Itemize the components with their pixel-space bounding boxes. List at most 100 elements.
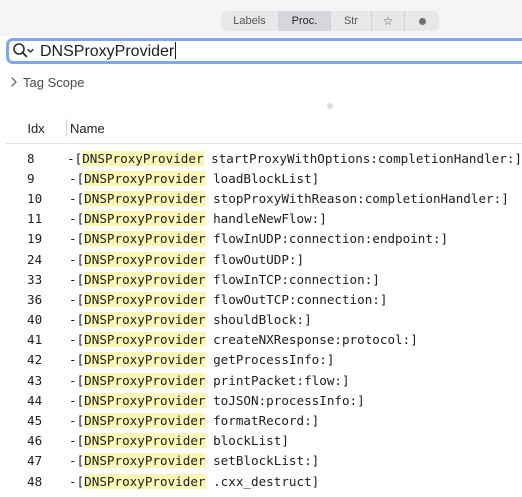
tab-favorites[interactable]: ☆ <box>372 11 405 31</box>
method-selector: stopProxyWithReason:completionHandler:] <box>205 190 509 206</box>
table-row[interactable]: 45 -[DNSProxyProvider formatRecord:] <box>0 410 522 430</box>
row-index: 46 <box>27 433 43 449</box>
table-row[interactable]: 48 -[DNSProxyProvider .cxx_destruct] <box>0 471 522 491</box>
method-selector: handleNewFlow:] <box>205 211 327 227</box>
method-prefix: -[ <box>69 413 85 429</box>
search-match-highlight: DNSProxyProvider <box>84 312 206 328</box>
method-prefix: -[ <box>69 170 85 186</box>
row-index: 8 <box>27 150 35 166</box>
table-row[interactable]: 40 -[DNSProxyProvider shouldBlock:] <box>0 310 522 330</box>
search-match-highlight: DNSProxyProvider <box>84 271 206 287</box>
procedure-name: -[DNSProxyProvider formatRecord:] <box>69 413 320 429</box>
method-prefix: -[ <box>69 312 85 328</box>
search-icon[interactable] <box>12 41 38 61</box>
row-index: 47 <box>27 453 43 469</box>
method-prefix: -[ <box>69 190 85 206</box>
procedure-name: -[DNSProxyProvider printPacket:flow:] <box>69 372 350 388</box>
procedure-name: -[DNSProxyProvider .cxx_destruct] <box>69 473 319 489</box>
row-index: 40 <box>27 312 43 328</box>
method-selector: createNXResponse:protocol:] <box>205 332 418 348</box>
method-prefix: -[ <box>69 251 85 267</box>
column-header-idx[interactable]: Idx <box>6 121 66 136</box>
table-row[interactable]: 11 -[DNSProxyProvider handleNewFlow:] <box>0 209 522 229</box>
procedure-name: -[DNSProxyProvider handleNewFlow:] <box>69 211 327 227</box>
splitter-handle[interactable] <box>327 103 333 109</box>
column-header-name[interactable]: Name <box>67 121 105 136</box>
record-dot-icon <box>418 17 426 25</box>
toolbar: Labels Proc. Str ☆ <box>0 0 522 36</box>
table-row[interactable]: 36 -[DNSProxyProvider flowOutTCP:connecti… <box>0 289 522 309</box>
procedure-name: -[DNSProxyProvider flowInUDP:connection:… <box>69 231 449 247</box>
method-selector: startProxyWithOptions:completionHandler:… <box>203 150 522 166</box>
method-prefix: -[ <box>69 372 85 388</box>
view-segmented-control: Labels Proc. Str ☆ <box>221 11 439 31</box>
method-selector: loadBlockList] <box>205 170 320 186</box>
tab-record[interactable] <box>405 11 439 31</box>
method-prefix: -[ <box>67 150 83 166</box>
method-selector: formatRecord:] <box>205 413 320 429</box>
row-index: 44 <box>27 392 43 408</box>
method-prefix: -[ <box>69 231 85 247</box>
row-index: 9 <box>27 170 35 186</box>
table-row[interactable]: 9 -[DNSProxyProvider loadBlockList] <box>0 168 522 188</box>
procedure-name: -[DNSProxyProvider shouldBlock:] <box>69 312 312 328</box>
table-row[interactable]: 24 -[DNSProxyProvider flowOutUDP:] <box>0 249 522 269</box>
table-row[interactable]: 42 -[DNSProxyProvider getProcessInfo:] <box>0 350 522 370</box>
method-selector: shouldBlock:] <box>205 312 312 328</box>
tag-scope-label: Tag Scope <box>23 74 85 90</box>
row-index: 36 <box>27 291 43 307</box>
method-prefix: -[ <box>69 271 85 287</box>
search-match-highlight: DNSProxyProvider <box>84 413 206 429</box>
procedure-name: -[DNSProxyProvider stopProxyWithReason:c… <box>69 190 509 206</box>
tab-strings[interactable]: Str <box>331 11 372 31</box>
procedure-name: -[DNSProxyProvider setBlockList:] <box>69 453 320 469</box>
method-selector: toJSON:processInfo:] <box>205 392 365 408</box>
tab-procedures[interactable]: Proc. <box>279 11 331 31</box>
method-selector: flowInTCP:connection:] <box>205 271 380 287</box>
row-index: 42 <box>27 352 43 368</box>
method-prefix: -[ <box>69 433 85 449</box>
search-match-highlight: DNSProxyProvider <box>84 453 206 469</box>
row-index: 24 <box>27 251 43 267</box>
method-selector: printPacket:flow:] <box>205 372 350 388</box>
procedure-name: -[DNSProxyProvider blockList] <box>69 433 289 449</box>
method-prefix: -[ <box>69 291 85 307</box>
search-match-highlight: DNSProxyProvider <box>84 231 206 247</box>
method-selector: setBlockList:] <box>205 453 320 469</box>
search-match-highlight: DNSProxyProvider <box>84 352 206 368</box>
search-match-highlight: DNSProxyProvider <box>84 372 206 388</box>
search-match-highlight: DNSProxyProvider <box>84 473 206 489</box>
search-match-highlight: DNSProxyProvider <box>84 392 206 408</box>
table-row[interactable]: 41 -[DNSProxyProvider createNXResponse:pr… <box>0 330 522 350</box>
table-row[interactable]: 33 -[DNSProxyProvider flowInTCP:connectio… <box>0 269 522 289</box>
table-row[interactable]: 19 -[DNSProxyProvider flowInUDP:connectio… <box>0 229 522 249</box>
search-field[interactable]: DNSProxyProvider <box>6 38 522 64</box>
table-row[interactable]: 43 -[DNSProxyProvider printPacket:flow:] <box>0 370 522 390</box>
search-match-highlight: DNSProxyProvider <box>82 150 204 166</box>
search-match-highlight: DNSProxyProvider <box>84 170 206 186</box>
table-row[interactable]: 44 -[DNSProxyProvider toJSON:processInfo:… <box>0 390 522 410</box>
table-row[interactable]: 10 -[DNSProxyProvider stopProxyWithReason… <box>0 188 522 208</box>
row-index: 10 <box>27 190 43 206</box>
search-match-highlight: DNSProxyProvider <box>84 211 206 227</box>
method-prefix: -[ <box>69 473 85 489</box>
method-selector: flowOutTCP:connection:] <box>205 291 388 307</box>
procedure-name: -[DNSProxyProvider createNXResponse:prot… <box>69 332 418 348</box>
method-selector: getProcessInfo:] <box>205 352 335 368</box>
procedure-name: -[DNSProxyProvider loadBlockList] <box>69 170 320 186</box>
method-prefix: -[ <box>69 211 85 227</box>
procedure-name: -[DNSProxyProvider flowOutUDP:] <box>69 251 304 267</box>
row-index: 45 <box>27 413 43 429</box>
procedure-list: 8 -[DNSProxyProvider startProxyWithOption… <box>0 148 522 491</box>
row-index: 48 <box>27 473 43 489</box>
table-row[interactable]: 46 -[DNSProxyProvider blockList] <box>0 431 522 451</box>
tag-scope-disclosure[interactable]: Tag Scope <box>9 73 84 91</box>
method-selector: flowInUDP:connection:endpoint:] <box>205 231 449 247</box>
row-index: 33 <box>27 271 43 287</box>
tab-labels[interactable]: Labels <box>221 11 279 31</box>
search-input[interactable]: DNSProxyProvider <box>40 41 177 61</box>
method-selector: blockList] <box>205 433 289 449</box>
table-row[interactable]: 8 -[DNSProxyProvider startProxyWithOption… <box>0 148 522 168</box>
text-caret <box>175 41 177 59</box>
table-row[interactable]: 47 -[DNSProxyProvider setBlockList:] <box>0 451 522 471</box>
